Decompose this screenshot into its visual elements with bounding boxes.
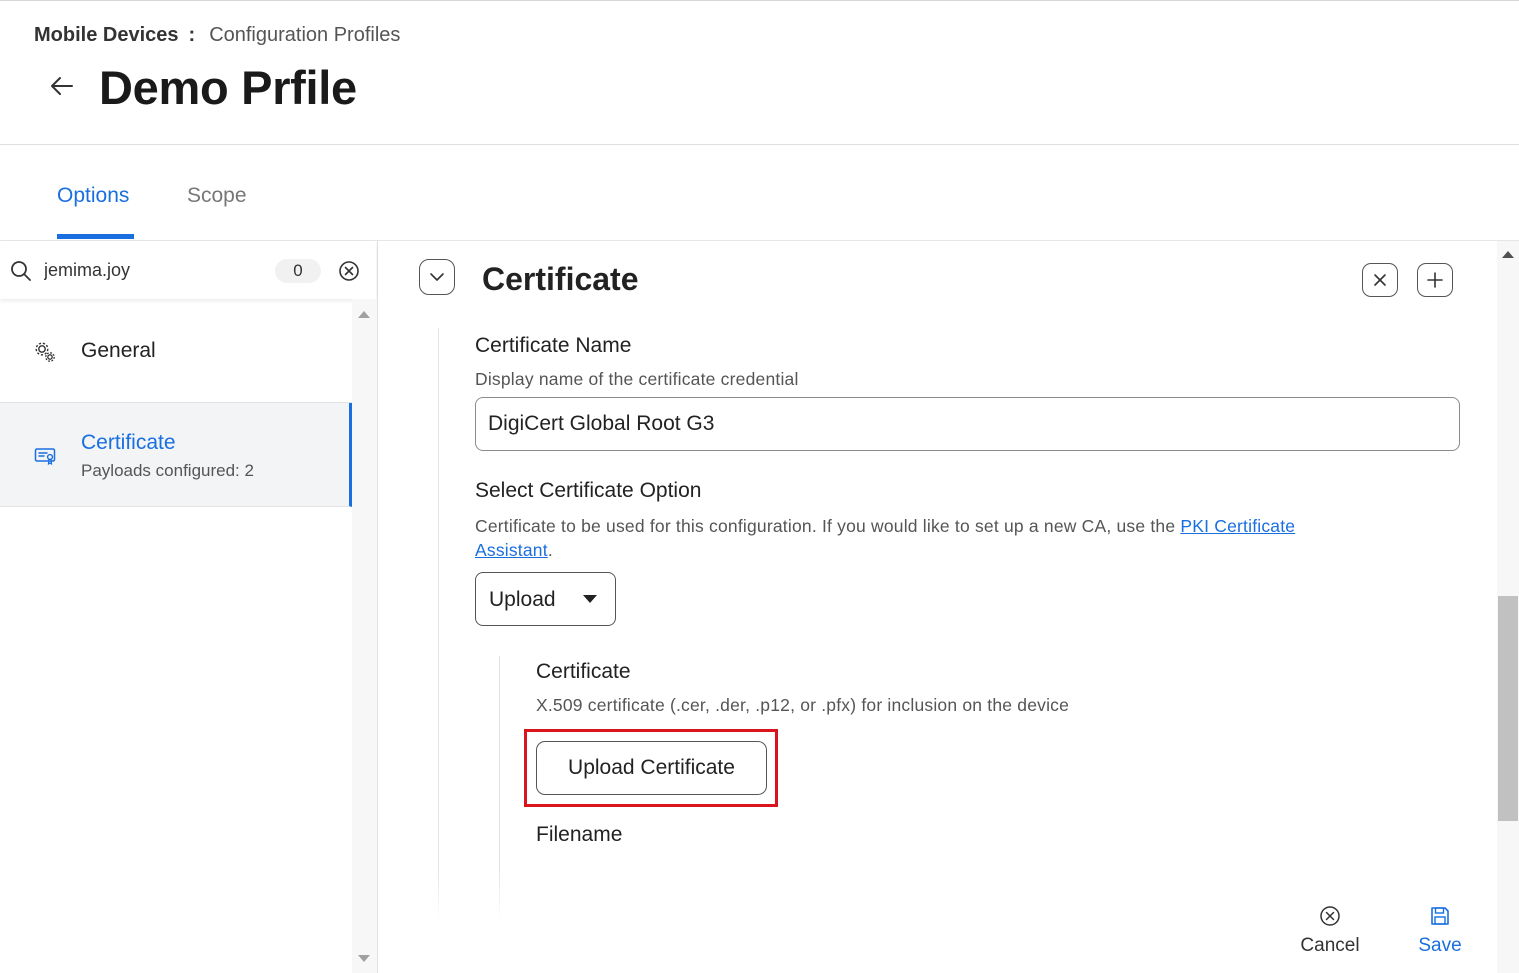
payload-sidebar: 0 General Certificate Payloads confi bbox=[0, 241, 378, 973]
sidebar-item-label: General bbox=[81, 339, 156, 362]
search-icon bbox=[11, 261, 31, 281]
section-title: Certificate bbox=[482, 261, 639, 297]
add-payload-button[interactable] bbox=[1417, 263, 1453, 297]
section-guide-line bbox=[438, 328, 439, 920]
scrollbar-thumb[interactable] bbox=[1498, 596, 1518, 821]
sidebar-item-certificate[interactable]: Certificate Payloads configured: 2 bbox=[0, 403, 352, 507]
gears-icon bbox=[35, 342, 55, 362]
scroll-up-arrow[interactable] bbox=[1502, 251, 1514, 258]
certificate-icon bbox=[34, 448, 56, 466]
save-button[interactable]: Save bbox=[1412, 905, 1468, 957]
page-title: Demo Prfile bbox=[99, 61, 357, 114]
upload-certificate-button[interactable]: Upload Certificate bbox=[536, 741, 767, 795]
search-input[interactable] bbox=[44, 257, 264, 283]
chevron-down-icon bbox=[430, 273, 444, 281]
search-count-badge: 0 bbox=[275, 259, 321, 283]
password-label: Password bbox=[536, 948, 629, 971]
scroll-up-arrow[interactable] bbox=[358, 311, 370, 318]
certificate-help: X.509 certificate (.cer, .der, .p12, or … bbox=[536, 695, 1070, 715]
subsection-guide-line bbox=[499, 656, 500, 920]
breadcrumb-parent[interactable]: Mobile Devices bbox=[34, 24, 179, 47]
cancel-label: Cancel bbox=[1300, 935, 1360, 956]
remove-payload-button[interactable] bbox=[1362, 263, 1398, 297]
cancel-button[interactable]: Cancel bbox=[1296, 905, 1364, 957]
help-text: Certificate to be used for this configur… bbox=[475, 516, 1181, 536]
select-value: Upload bbox=[489, 588, 556, 611]
scroll-down-arrow[interactable] bbox=[358, 955, 370, 962]
certificate-name-label: Certificate Name bbox=[475, 334, 632, 357]
plus-icon bbox=[1427, 272, 1443, 288]
payloads-configured-text: Payloads configured: 2 bbox=[81, 461, 254, 480]
cancel-circle-icon bbox=[1320, 906, 1340, 926]
sidebar-item-general[interactable]: General bbox=[0, 299, 352, 403]
close-icon bbox=[1374, 274, 1386, 286]
top-border bbox=[0, 0, 1519, 1]
help-text-end: . bbox=[547, 540, 553, 560]
save-label: Save bbox=[1418, 935, 1462, 956]
pki-assistant-link-continued[interactable]: Assistant bbox=[475, 540, 548, 560]
save-icon bbox=[1431, 907, 1449, 925]
certificate-name-help: Display name of the certificate credenti… bbox=[475, 369, 799, 389]
tab-options[interactable]: Options bbox=[57, 184, 129, 208]
sidebar-search: 0 bbox=[0, 241, 376, 299]
pki-assistant-link[interactable]: PKI Certificate bbox=[1180, 516, 1295, 536]
back-button[interactable] bbox=[46, 70, 78, 102]
clear-search-icon[interactable] bbox=[338, 260, 360, 282]
certificate-label: Certificate bbox=[536, 660, 631, 683]
caret-down-icon bbox=[583, 595, 597, 603]
filename-label: Filename bbox=[536, 823, 623, 846]
header-divider bbox=[0, 144, 1519, 145]
payload-list: General Certificate Payloads configured:… bbox=[0, 299, 352, 507]
active-tab-indicator bbox=[57, 234, 134, 239]
main-scrollbar[interactable] bbox=[1497, 241, 1519, 973]
arrow-left-icon bbox=[51, 77, 73, 95]
breadcrumb-separator: : bbox=[188, 24, 196, 46]
certificate-option-help: Certificate to be used for this configur… bbox=[475, 514, 1435, 562]
sidebar-item-label: Certificate bbox=[81, 431, 176, 454]
breadcrumb-current[interactable]: Configuration Profiles bbox=[209, 24, 400, 47]
certificate-option-select[interactable]: Upload bbox=[475, 572, 616, 626]
breadcrumb: Mobile Devices : Configuration Profiles bbox=[34, 24, 400, 47]
collapse-section-button[interactable] bbox=[419, 259, 455, 295]
sidebar-scrollbar[interactable] bbox=[352, 299, 377, 973]
certificate-name-input[interactable] bbox=[475, 397, 1460, 451]
certificate-option-label: Select Certificate Option bbox=[475, 479, 702, 502]
tab-scope[interactable]: Scope bbox=[187, 184, 247, 208]
